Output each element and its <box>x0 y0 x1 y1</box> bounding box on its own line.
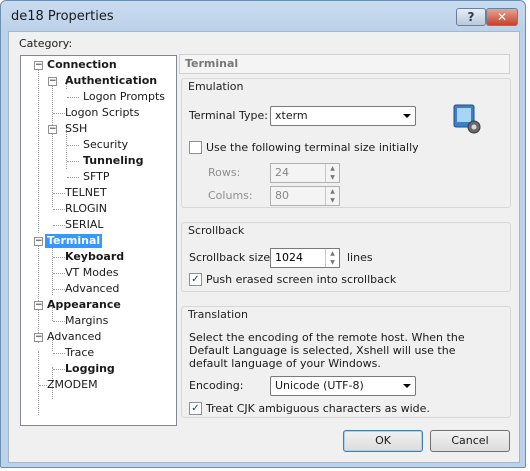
tree-connector <box>52 79 53 207</box>
chevron-down-icon <box>403 384 411 388</box>
columns-spinner[interactable]: 80 ▲ ▼ <box>270 186 340 206</box>
terminal-type-value: xterm <box>275 109 308 122</box>
collapse-terminal-icon[interactable]: − <box>34 237 43 246</box>
tree-item-keyboard[interactable]: Keyboard <box>65 250 124 264</box>
category-tree[interactable]: − Connection − Authentication Logon Prom… <box>20 55 177 426</box>
spin-down-icon[interactable]: ▼ <box>326 173 339 182</box>
tree-item-security[interactable]: Security <box>83 138 128 152</box>
translation-group-title: Translation <box>188 308 248 321</box>
tree-item-logon-prompts[interactable]: Logon Prompts <box>83 90 165 104</box>
tree-connector <box>67 97 79 98</box>
translation-group: Translation Select the encoding of the r… <box>181 306 511 418</box>
collapse-advanced-icon[interactable]: − <box>34 333 43 342</box>
tree-item-terminal-advanced[interactable]: Advanced <box>65 282 119 296</box>
tree-item-advanced[interactable]: Advanced <box>47 330 101 344</box>
tree-item-logon-scripts[interactable]: Logon Scripts <box>65 106 139 120</box>
cjk-wide-label: Treat CJK ambiguous characters as wide. <box>206 402 430 415</box>
tree-connector <box>53 257 65 258</box>
panel-title: Terminal <box>179 54 510 74</box>
tree-connector <box>39 385 47 386</box>
tree-item-rlogin[interactable]: RLOGIN <box>65 202 107 216</box>
tree-connector <box>67 145 79 146</box>
encoding-select[interactable]: Unicode (UTF-8) <box>270 376 416 396</box>
collapse-ssh-icon[interactable]: − <box>48 125 57 134</box>
tree-item-appearance[interactable]: Appearance <box>47 298 121 312</box>
tree-connector <box>67 177 79 178</box>
tree-connector <box>53 289 65 290</box>
tree-item-ssh[interactable]: SSH <box>65 122 87 136</box>
push-erased-screen-label: Push erased screen into scrollback <box>206 273 397 286</box>
tree-connector <box>53 353 65 354</box>
scrollback-spin-buttons[interactable]: ▲ ▼ <box>325 249 339 267</box>
ok-button[interactable]: OK <box>343 430 423 452</box>
cancel-button[interactable]: Cancel <box>430 430 510 452</box>
columns-value: 80 <box>275 189 289 202</box>
collapse-appearance-icon[interactable]: − <box>34 301 43 310</box>
scrollback-group: Scrollback Scrollback size: 1024 ▲ ▼ line… <box>181 222 511 292</box>
properties-dialog: de18 Properties ? ✕ Category: − Connecti… <box>0 0 526 468</box>
spin-up-icon[interactable]: ▲ <box>326 249 339 258</box>
spin-down-icon[interactable]: ▼ <box>326 196 339 205</box>
scrollback-size-spinner[interactable]: 1024 ▲ ▼ <box>270 248 340 268</box>
help-button[interactable]: ? <box>456 8 486 26</box>
scrollback-group-title: Scrollback <box>188 224 245 237</box>
scrollback-unit-label: lines <box>347 251 373 264</box>
tree-item-vt-modes[interactable]: VT Modes <box>65 266 118 280</box>
spin-up-icon[interactable]: ▲ <box>326 164 339 173</box>
cjk-wide-checkbox[interactable]: ✓ <box>189 402 202 415</box>
category-label: Category: <box>19 37 73 50</box>
emulation-group: Emulation Terminal Type: xterm Use the f… <box>181 78 511 208</box>
scrollback-size-label: Scrollback size: <box>189 251 274 264</box>
rows-spin-buttons[interactable]: ▲ ▼ <box>325 164 339 182</box>
dialog-body: Category: − Connection − Authentication … <box>8 31 520 463</box>
tree-connector <box>38 351 39 415</box>
emulation-group-title: Emulation <box>188 80 244 93</box>
tree-connector <box>67 161 79 162</box>
tree-item-zmodem[interactable]: ZMODEM <box>47 378 98 392</box>
tree-connector <box>53 321 65 322</box>
rows-value: 24 <box>275 166 289 179</box>
translation-description: Select the encoding of the remote host. … <box>189 331 465 370</box>
chevron-down-icon <box>403 114 411 118</box>
rows-spinner[interactable]: 24 ▲ ▼ <box>270 163 340 183</box>
spin-up-icon[interactable]: ▲ <box>326 187 339 196</box>
tree-item-logging[interactable]: Logging <box>65 362 115 376</box>
terminal-type-select[interactable]: xterm <box>270 106 416 126</box>
tree-item-authentication[interactable]: Authentication <box>65 74 157 88</box>
tree-item-tunneling[interactable]: Tunneling <box>83 154 144 168</box>
tree-connector <box>53 113 65 114</box>
tree-connector <box>38 239 39 343</box>
close-button[interactable]: ✕ <box>486 8 518 26</box>
tree-connector <box>38 65 39 233</box>
tree-item-terminal[interactable]: Terminal <box>45 234 103 248</box>
tree-connector <box>52 307 53 321</box>
tree-connector <box>53 193 65 194</box>
columns-label: Colums: <box>208 189 253 202</box>
tree-connector <box>53 369 65 370</box>
rows-label: Rows: <box>208 166 241 179</box>
use-terminal-size-checkbox[interactable] <box>189 141 202 154</box>
terminal-type-label: Terminal Type: <box>189 109 268 122</box>
tree-item-telnet[interactable]: TELNET <box>65 186 107 200</box>
title-bar[interactable]: de18 Properties ? ✕ <box>1 1 525 31</box>
tree-item-margins[interactable]: Margins <box>65 314 108 328</box>
tree-item-connection[interactable]: Connection <box>47 58 117 72</box>
tree-connector <box>53 209 65 210</box>
tree-item-serial[interactable]: SERIAL <box>65 218 103 232</box>
use-terminal-size-label: Use the following terminal size initiall… <box>206 141 419 154</box>
terminal-monitor-icon <box>452 103 484 135</box>
tree-item-sftp[interactable]: SFTP <box>83 170 109 184</box>
columns-spin-buttons[interactable]: ▲ ▼ <box>325 187 339 205</box>
encoding-label: Encoding: <box>189 379 244 392</box>
tree-item-trace[interactable]: Trace <box>65 346 94 360</box>
window-title: de18 Properties <box>11 9 114 24</box>
tree-connector <box>53 225 65 226</box>
push-erased-screen-checkbox[interactable]: ✓ <box>189 273 202 286</box>
encoding-value: Unicode (UTF-8) <box>275 379 364 392</box>
collapse-authentication-icon[interactable]: − <box>48 77 57 86</box>
tree-connector <box>53 273 65 274</box>
scrollback-size-value: 1024 <box>275 251 303 264</box>
spin-down-icon[interactable]: ▼ <box>326 258 339 267</box>
collapse-connection-icon[interactable]: − <box>34 61 43 70</box>
